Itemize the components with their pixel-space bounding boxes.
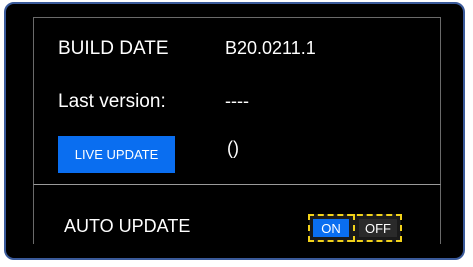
last-version-value: ---- — [225, 91, 249, 111]
auto-update-label: AUTO UPDATE — [64, 216, 191, 236]
live-update-button[interactable]: LIVE UPDATE — [58, 136, 175, 173]
auto-update-on-option[interactable]: ON — [313, 219, 349, 237]
auto-update-off-option[interactable]: OFF — [359, 219, 397, 237]
build-date-value: B20.0211.1 — [225, 38, 316, 58]
build-date-label: BUILD DATE — [58, 38, 169, 59]
live-update-status: () — [227, 138, 239, 158]
last-version-label: Last version: — [58, 91, 166, 112]
